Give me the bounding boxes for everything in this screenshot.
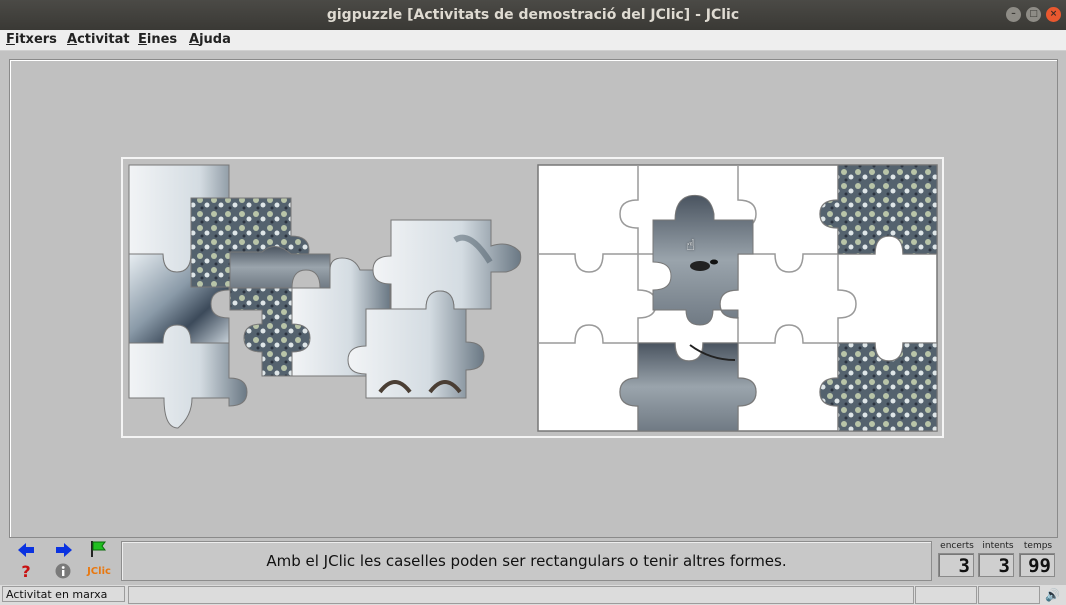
info-icon: [55, 563, 71, 579]
status-cell-2: [978, 586, 1040, 604]
jclic-button[interactable]: JClic: [86, 563, 112, 579]
counter-encerts: 3: [938, 553, 974, 577]
prev-activity-button[interactable]: [17, 542, 35, 558]
status-cell-1: [915, 586, 977, 604]
counter-label-encerts: encerts: [940, 541, 974, 551]
next-activity-button[interactable]: [55, 542, 73, 558]
info-button[interactable]: [54, 563, 72, 579]
hand-cursor-icon: ☝: [686, 236, 696, 254]
green-flag-icon: [91, 541, 106, 557]
puzzle-canvas: [121, 157, 944, 438]
jclic-logo: JClic: [87, 565, 111, 577]
placed-piece-top-right[interactable]: [819, 164, 938, 255]
arrow-right-icon: [56, 543, 72, 557]
status-bar: Activitat en marxa 🔊: [0, 585, 1066, 605]
arrow-left-icon: [18, 543, 34, 557]
counter-intents: 3: [978, 553, 1014, 577]
placed-piece-bottom-right[interactable]: [819, 342, 938, 432]
speaker-icon[interactable]: 🔊: [1045, 588, 1060, 602]
counter-label-intents: intents: [982, 541, 1014, 551]
message-text: Amb el JClic les caselles poden ser rect…: [266, 552, 787, 570]
counter-temps: 99: [1019, 553, 1055, 577]
status-text: Activitat en marxa: [2, 586, 125, 602]
status-progress: [128, 586, 914, 604]
message-box: Amb el JClic les caselles poden ser rect…: [121, 541, 932, 581]
question-icon: ?: [21, 561, 31, 581]
counter-label-temps: temps: [1023, 541, 1053, 551]
help-button[interactable]: ?: [17, 561, 35, 581]
reset-activity-button[interactable]: [89, 541, 107, 557]
